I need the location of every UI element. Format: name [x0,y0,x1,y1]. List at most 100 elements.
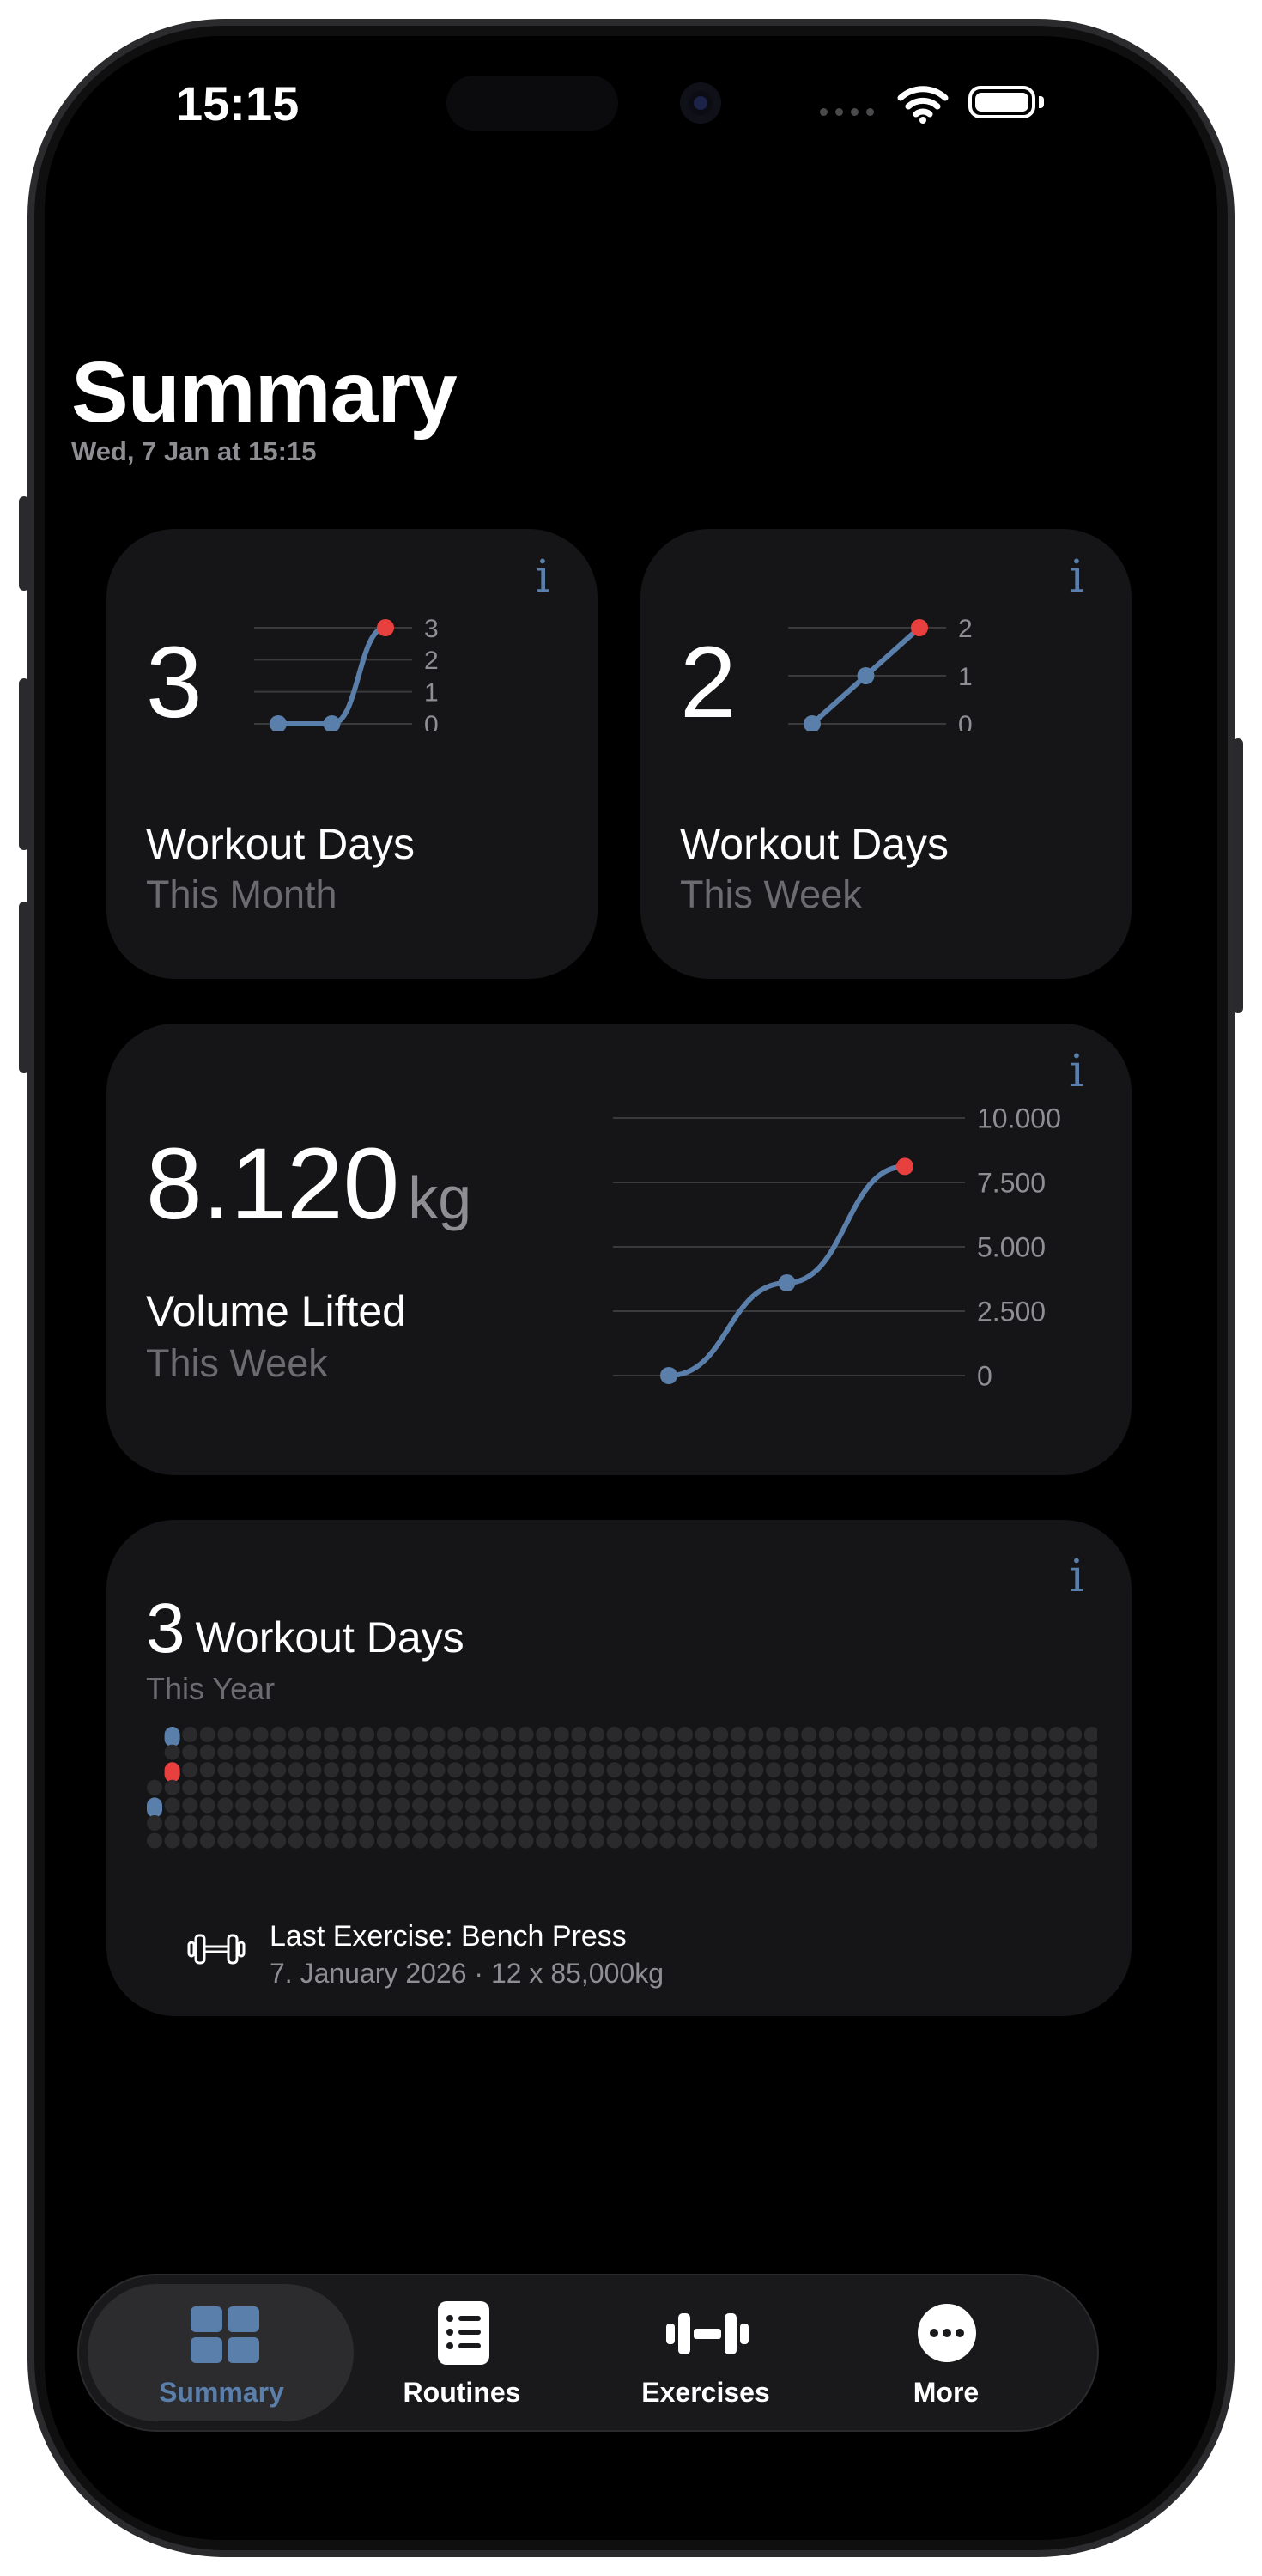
heatmap-cell [589,1797,604,1814]
heatmap-cell [943,1797,958,1814]
heatmap-cell [748,1744,764,1760]
y-tick-label: 0 [424,711,439,731]
heatmap-cell [270,1832,287,1849]
heatmap-cell [147,1832,162,1849]
info-icon[interactable]: i [536,555,550,599]
heatmap-cell [907,1832,923,1849]
heatmap-cell [925,1744,941,1760]
heatmap-cell [359,1815,375,1831]
heatmap-cell [818,1797,834,1814]
data-point [323,715,341,731]
info-icon[interactable]: i [1070,1049,1084,1094]
heatmap-cell [960,1727,976,1742]
heatmap-cell [589,1779,604,1795]
heatmap-cell [836,1797,852,1814]
heatmap-cell [1031,1815,1047,1831]
heatmap-cell [536,1727,552,1742]
tab-more[interactable]: More [817,2275,1075,2430]
heatmap-cell [501,1762,516,1778]
heatmap-cell [624,1762,640,1778]
heatmap-cell-active [147,1797,162,1818]
heatmap-cell [376,1797,392,1814]
heatmap-cell [978,1797,994,1814]
y-tick-label: 0 [958,711,973,731]
heatmap-cell [871,1797,888,1814]
heatmap-cell [501,1797,516,1814]
workout-days-month-card[interactable]: i 3 3 2 1 0 Workout Days This Month [106,529,598,979]
heatmap-cell [1066,1815,1083,1831]
heatmap-cell [1048,1744,1065,1760]
year-heatmap [147,1727,1097,1849]
signal-icon [820,108,874,116]
heatmap-cell [324,1797,339,1814]
heatmap-cell [766,1779,781,1795]
heatmap-cell [730,1797,746,1814]
volume-lifted-card[interactable]: i 8.120 kg Volume Lifted This Week 10.00… [106,1024,1132,1475]
info-icon[interactable]: i [1070,555,1084,599]
list-icon [438,2301,489,2365]
heatmap-cell [871,1832,888,1849]
tab-routines[interactable]: Routines [333,2275,591,2430]
heatmap-cell [978,1744,994,1760]
heatmap-cell [182,1779,198,1795]
heatmap-cell [818,1779,834,1795]
heatmap-cell [695,1815,711,1831]
heatmap-cell [1048,1815,1065,1831]
heatmap-cell [677,1727,693,1742]
tab-exercises[interactable]: Exercises [577,2275,834,2430]
heatmap-cell [571,1815,587,1831]
heatmap-cell [978,1832,994,1849]
info-icon[interactable]: i [1070,1554,1084,1599]
heatmap-cell [1048,1779,1065,1795]
heatmap-cell [482,1779,499,1795]
heatmap-cell [641,1832,658,1849]
heatmap-cell [1013,1832,1029,1849]
more-icon [918,2304,976,2362]
volume-value: 8.120 [146,1127,400,1241]
heatmap-cell [518,1779,534,1795]
month-sparkline: 3 2 1 0 [254,615,439,731]
heatmap-cell [995,1797,1011,1814]
heatmap-cell [252,1832,269,1849]
heatmap-cell [783,1762,799,1778]
heatmap-cell [412,1797,428,1814]
workout-days-week-card[interactable]: i 2 2 1 0 Workout Days This Week [640,529,1132,979]
heatmap-cell [394,1727,410,1742]
heatmap-cell [659,1832,676,1849]
heatmap-cell [482,1762,499,1778]
data-point [857,667,875,684]
heatmap-cell [1083,1797,1097,1814]
heatmap-cell [429,1815,446,1831]
workout-days-year-card[interactable]: i 3 Workout Days This Year Last Exercise… [106,1520,1132,2016]
heatmap-cell [730,1815,746,1831]
heatmap-cell [288,1779,304,1795]
heatmap-cell [482,1815,499,1831]
heatmap-cell [1066,1744,1083,1760]
heatmap-cell [960,1744,976,1760]
heatmap-cell [199,1832,215,1849]
heatmap-cell [324,1762,339,1778]
heatmap-cell [341,1779,357,1795]
heatmap-cell [589,1832,604,1849]
heatmap-cell [871,1779,888,1795]
y-tick-label: 10.000 [977,1103,1061,1134]
heatmap-cell [518,1832,534,1849]
heatmap-cell [235,1815,251,1831]
heatmap-cell [553,1797,569,1814]
heatmap-cell [1031,1832,1047,1849]
heatmap-cell [217,1815,234,1831]
heatmap-cell [943,1779,958,1795]
heatmap-cell [907,1779,923,1795]
heatmap-cell [589,1762,604,1778]
heatmap-cell [1031,1744,1047,1760]
heatmap-cell [995,1762,1011,1778]
heatmap-cell [482,1744,499,1760]
heatmap-cell [288,1727,304,1742]
heatmap-cell [306,1744,322,1760]
heatmap-cell [217,1762,234,1778]
heatmap-cell [943,1815,958,1831]
status-time: 15:15 [176,76,300,131]
heatmap-cell [464,1762,481,1778]
tab-summary[interactable]: Summary [93,2275,350,2430]
heatmap-cell [695,1832,711,1849]
